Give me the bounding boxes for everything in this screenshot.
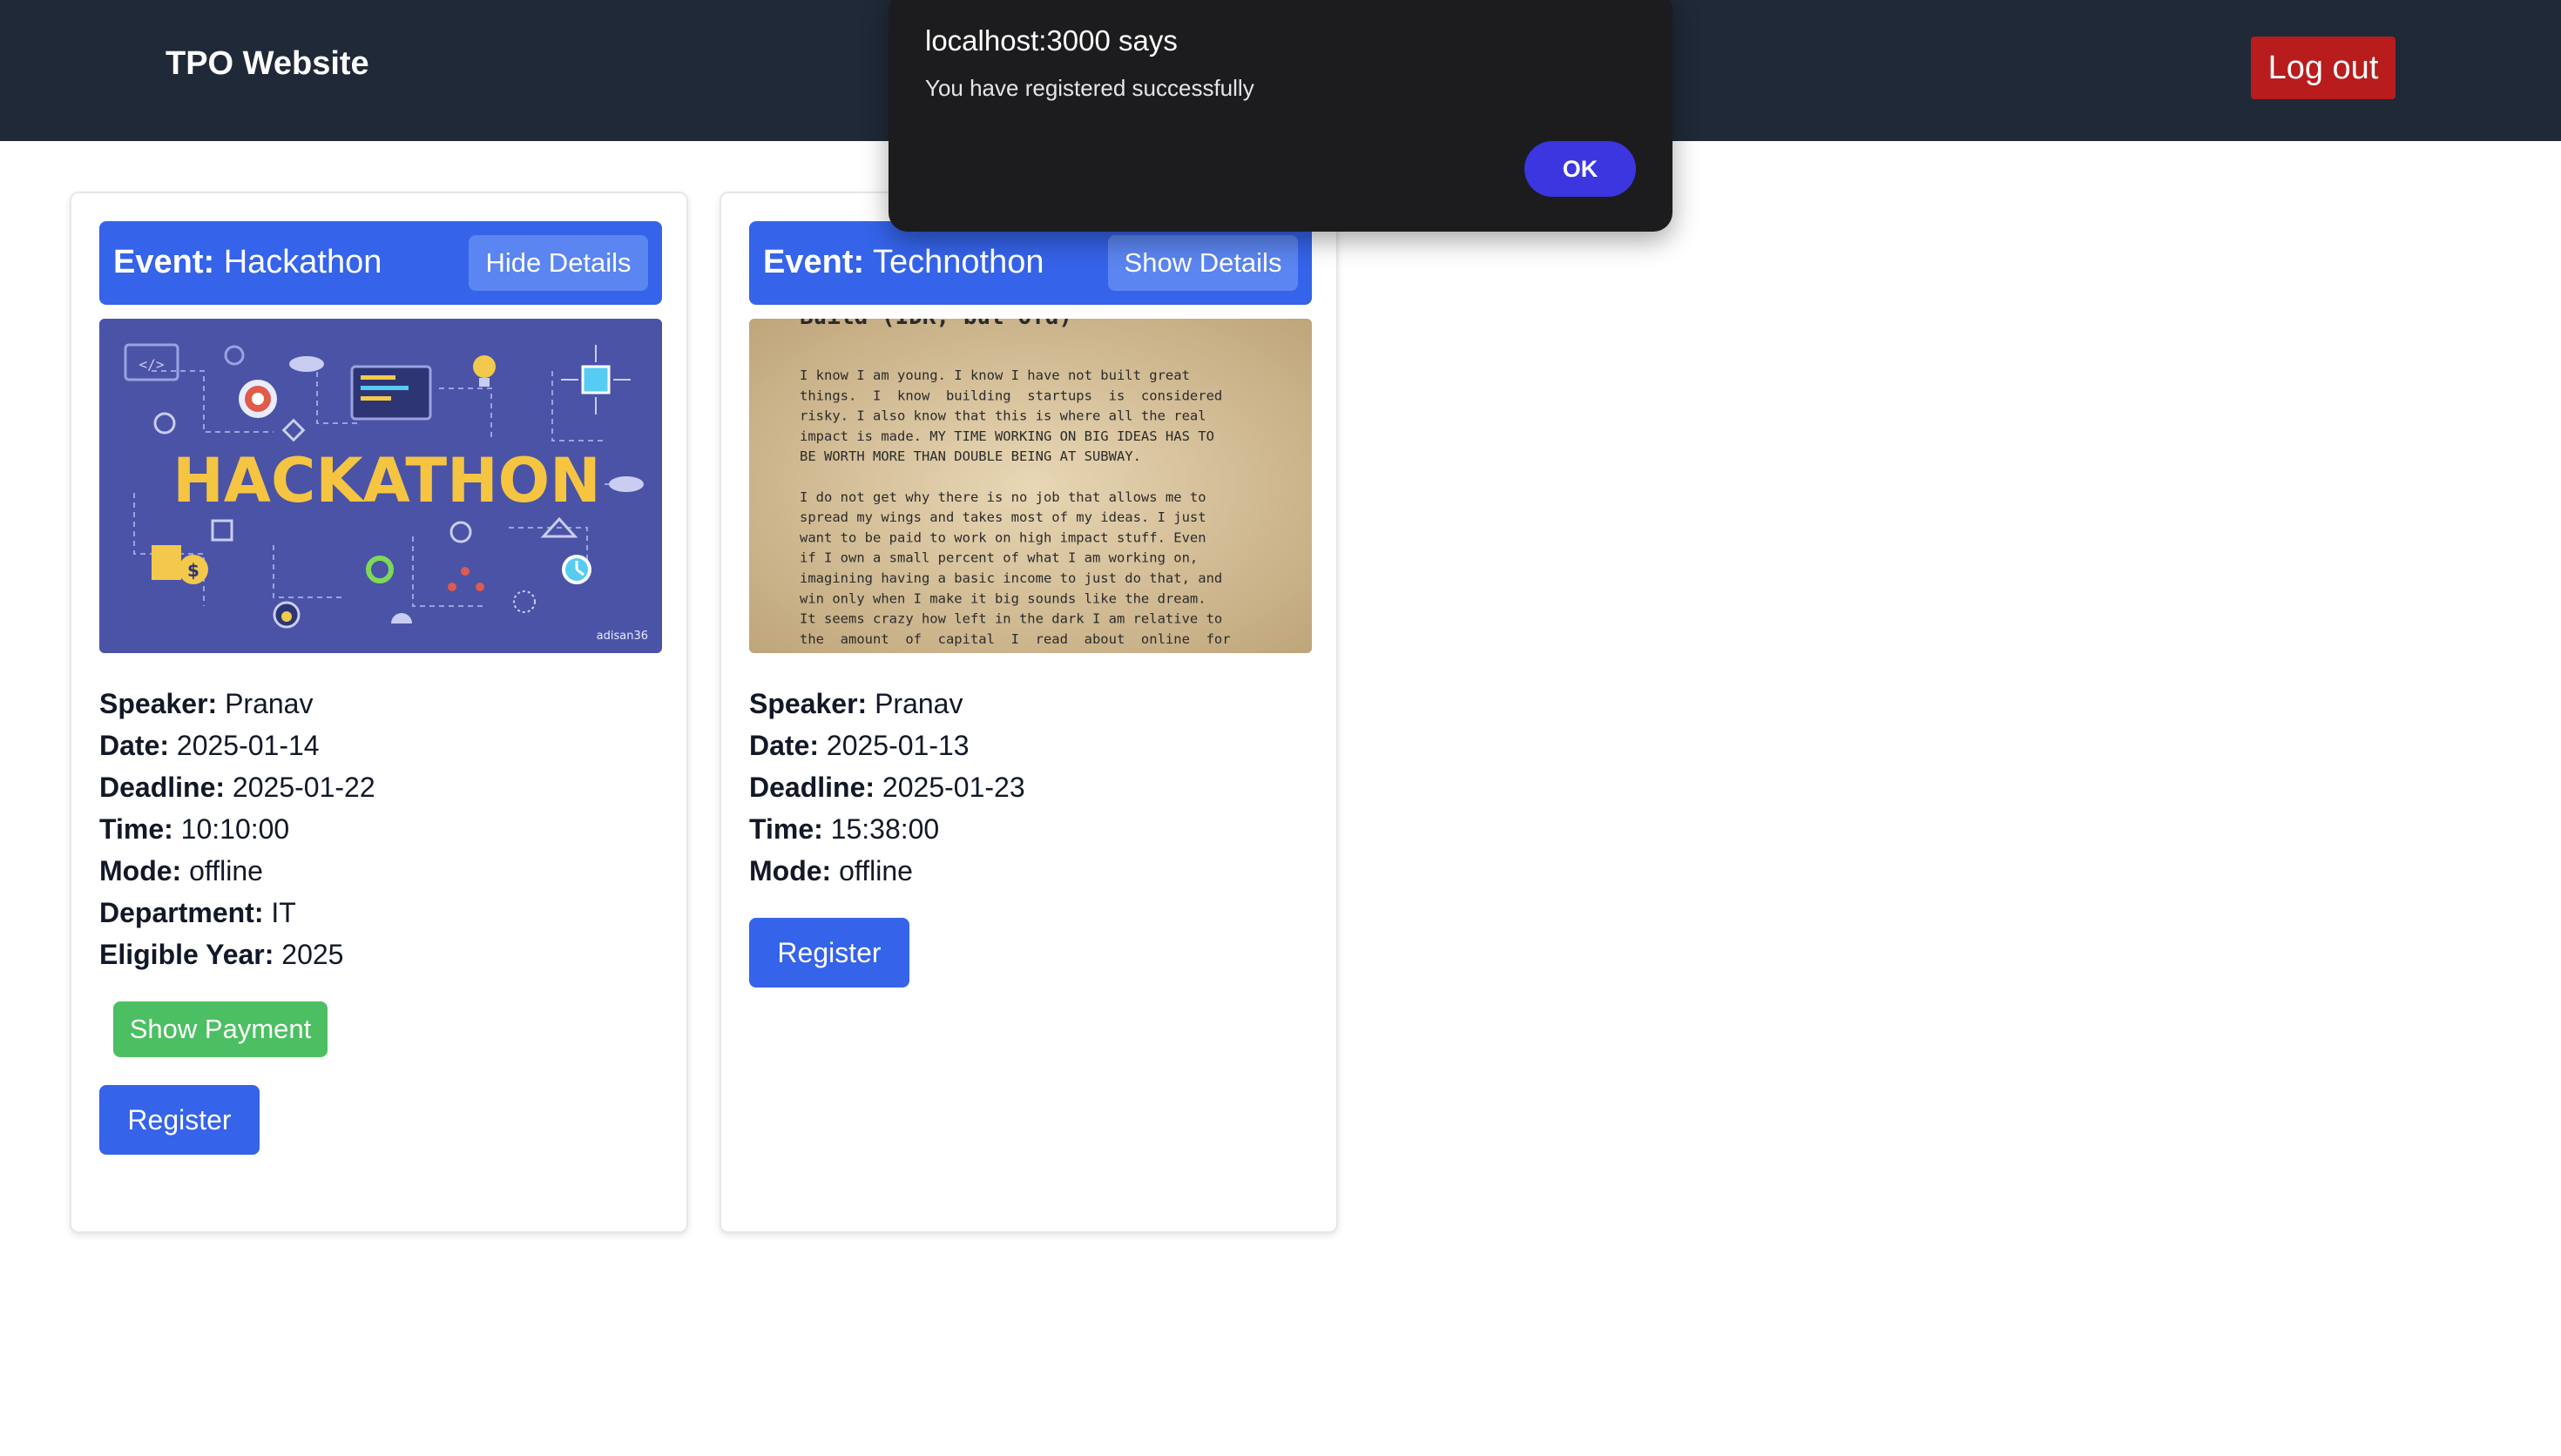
logout-button[interactable]: Log out bbox=[2251, 37, 2395, 99]
mode-row: Mode: offline bbox=[749, 855, 913, 886]
time-row: Time: 15:38:00 bbox=[749, 813, 940, 845]
paper-text-line: the amount of capital I read about onlin… bbox=[800, 631, 1231, 647]
deadline-value: 2025-01-22 bbox=[232, 772, 375, 803]
event-card-header: Event: Technothon Show Details bbox=[749, 221, 1312, 305]
paper-heading: Build (IDK, but Ofd) bbox=[800, 319, 1072, 330]
event-title: Event: Technothon bbox=[763, 244, 1044, 281]
paper-text-line: BE WORTH MORE THAN DOUBLE BEING AT SUBWA… bbox=[800, 448, 1141, 464]
paper-text-line: spread my wings and takes most of my ide… bbox=[800, 509, 1206, 525]
svg-text:adisan36: adisan36 bbox=[597, 630, 648, 643]
event-label: Event: bbox=[113, 244, 215, 280]
time-row: Time: 10:10:00 bbox=[99, 813, 290, 845]
register-button[interactable]: Register bbox=[99, 1085, 260, 1155]
svg-text:</>: </> bbox=[139, 356, 165, 373]
deadline-row: Deadline: 2025-01-22 bbox=[99, 772, 375, 803]
event-card-technothon: Event: Technothon Show Details Build (ID… bbox=[720, 192, 1338, 1233]
event-info: Speaker: Pranav Date: 2025-01-13 Deadlin… bbox=[749, 683, 1312, 892]
eligible-year-row: Eligible Year: 2025 bbox=[99, 939, 344, 970]
show-details-button[interactable]: Show Details bbox=[1108, 235, 1298, 291]
alert-dialog: localhost:3000 says You have registered … bbox=[889, 0, 1672, 232]
paper-text-line: win only when I make it big sounds like … bbox=[800, 590, 1206, 606]
mode-value: offline bbox=[839, 855, 913, 886]
date-value: 2025-01-14 bbox=[176, 730, 320, 761]
eligible-year-value: 2025 bbox=[281, 939, 344, 970]
dialog-title: localhost:3000 says bbox=[925, 24, 1178, 57]
paper-text-line: if I own a small percent of what I am wo… bbox=[800, 550, 1198, 566]
deadline-value: 2025-01-23 bbox=[882, 772, 1025, 803]
speaker-row: Speaker: Pranav bbox=[749, 688, 963, 719]
ok-button[interactable]: OK bbox=[1524, 141, 1636, 197]
event-info: Speaker: Pranav Date: 2025-01-14 Deadlin… bbox=[99, 683, 662, 975]
paper-text-line: things. I know building startups is cons… bbox=[800, 388, 1222, 403]
technothon-image: Build (IDK, but Ofd) I know I am young. … bbox=[749, 319, 1312, 653]
mode-value: offline bbox=[189, 855, 263, 886]
brand-title[interactable]: TPO Website bbox=[166, 45, 369, 83]
event-name: Hackathon bbox=[223, 244, 382, 280]
speaker-value: Pranav bbox=[875, 688, 963, 719]
paper-text-line: want to be paid to work on high impact s… bbox=[800, 529, 1206, 545]
hide-details-button[interactable]: Hide Details bbox=[469, 235, 648, 291]
event-card-hackathon: Event: Hackathon Hide Details </> HACKAT… bbox=[70, 192, 688, 1233]
paper-text-line: imagining having a basic income to just … bbox=[800, 570, 1222, 586]
date-row: Date: 2025-01-14 bbox=[99, 730, 320, 761]
time-value: 15:38:00 bbox=[830, 813, 940, 845]
mode-row: Mode: offline bbox=[99, 855, 263, 886]
hackathon-image: </> HACKATHON $ adisan36 bbox=[99, 319, 662, 653]
department-row: Department: IT bbox=[99, 897, 296, 928]
date-row: Date: 2025-01-13 bbox=[749, 730, 970, 761]
event-name: Technothon bbox=[873, 244, 1044, 280]
department-value: IT bbox=[271, 897, 296, 928]
event-label: Event: bbox=[763, 244, 865, 280]
show-payment-button[interactable]: Show Payment bbox=[113, 1001, 328, 1057]
paper-text-line: It seems crazy how left in the dark I am… bbox=[800, 611, 1222, 627]
paper-text-line: I do not get why there is no job that al… bbox=[800, 489, 1206, 505]
event-card-header: Event: Hackathon Hide Details bbox=[99, 221, 662, 305]
deadline-row: Deadline: 2025-01-23 bbox=[749, 772, 1025, 803]
dialog-message: You have registered successfully bbox=[925, 75, 1254, 101]
time-value: 10:10:00 bbox=[180, 813, 290, 845]
paper-text-line: impact is made. MY TIME WORKING ON BIG I… bbox=[800, 428, 1214, 444]
hackathon-banner-text: HACKATHON bbox=[172, 445, 601, 516]
paper-text-line: risky. I also know that this is where al… bbox=[800, 408, 1206, 424]
svg-text:$: $ bbox=[187, 560, 199, 581]
speaker-row: Speaker: Pranav bbox=[99, 688, 314, 719]
speaker-value: Pranav bbox=[225, 688, 314, 719]
paper-text-line: I know I am young. I know I have not bui… bbox=[800, 367, 1190, 383]
register-button[interactable]: Register bbox=[749, 918, 909, 988]
date-value: 2025-01-13 bbox=[826, 730, 970, 761]
event-title: Event: Hackathon bbox=[113, 244, 382, 281]
